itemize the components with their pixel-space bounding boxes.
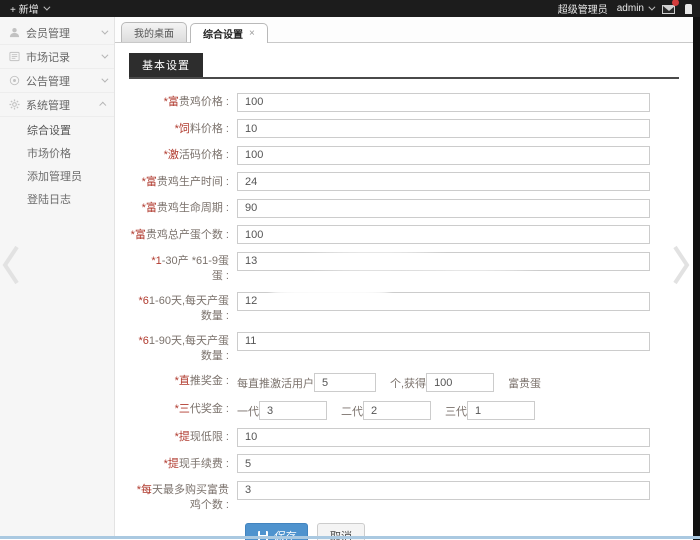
referral-users-input[interactable] (314, 373, 376, 392)
sidebar-item-label: 系统管理 (26, 97, 95, 113)
referral-text-2: 个,获得 (390, 375, 426, 391)
form-row: *激活码价格 : (129, 145, 679, 165)
form-row: *饲料价格 : (129, 119, 679, 139)
form-row: *提现手续费 : (129, 454, 679, 474)
notification-badge (672, 0, 679, 6)
referral-text-1: 每直推激活用户 (237, 375, 314, 391)
content-area: 基本设置 *富贵鸡价格 : *饲料价格 : *激活码价格 : *富贵鸡生产时间 … (115, 43, 693, 540)
field-label: *61-60天,每天产蛋数量 : (129, 291, 237, 324)
tab-general-settings[interactable]: 综合设置 × (190, 23, 268, 43)
profile-icon[interactable] (685, 4, 692, 14)
field-label: *富贵鸡价格 : (129, 92, 237, 112)
megaphone-icon (9, 75, 20, 86)
field-label: *提现手续费 : (129, 454, 237, 474)
settings-form: *富贵鸡价格 : *饲料价格 : *激活码价格 : *富贵鸡生产时间 : *富贵… (129, 92, 679, 540)
field-label: *每天最多购买富贵鸡个数 : (129, 480, 237, 513)
tab-label: 我的桌面 (134, 25, 174, 40)
form-row: *每天最多购买富贵鸡个数 : (129, 480, 679, 513)
close-icon[interactable]: × (249, 28, 255, 39)
system-submenu: 综合设置 市场价格 添加管理员 登陆日志 (0, 117, 114, 215)
sidebar-item-general-settings[interactable]: 综合设置 (0, 120, 114, 143)
user-icon (9, 27, 20, 38)
tab-my-desktop[interactable]: 我的桌面 (121, 22, 187, 42)
chevron-down-icon (43, 4, 50, 11)
field-label: *1-30产 *61-9蛋 蛋 : (129, 251, 237, 284)
new-menu-label: + 新增 (10, 1, 39, 16)
mail-button[interactable] (662, 3, 676, 14)
account-menu[interactable]: admin (617, 3, 653, 14)
window-edge-strip (693, 0, 700, 540)
tab-bar: 我的桌面 综合设置 × (115, 17, 693, 43)
referral-text-3: 富贵蛋 (508, 375, 541, 391)
gen3-input[interactable] (467, 401, 535, 420)
main-panel: 我的桌面 综合设置 × 基本设置 *富贵鸡价格 : *饲料价格 : *激活码价格… (115, 17, 693, 540)
sidebar-item-market-prices[interactable]: 市场价格 (0, 143, 114, 166)
mail-icon (662, 5, 675, 14)
role-label: 超级管理员 (558, 1, 608, 16)
sidebar-item-add-admin[interactable]: 添加管理员 (0, 166, 114, 189)
field-label: *富贵鸡生命周期 : (129, 198, 237, 218)
gen1-label: 一代 (237, 403, 259, 419)
field-label: *提现低限 : (129, 427, 237, 447)
form-row: *1-30产 *61-9蛋 蛋 : (129, 251, 679, 284)
scroll-left-arrow[interactable] (1, 243, 21, 287)
gen1-input[interactable] (259, 401, 327, 420)
chevron-down-icon (101, 28, 108, 35)
chevron-up-icon (99, 102, 106, 109)
activation-code-price-input[interactable] (237, 146, 650, 165)
field-label: *61-90天,每天产蛋数量 : (129, 331, 237, 364)
eggs-1-30-input[interactable] (237, 252, 650, 271)
feed-price-input[interactable] (237, 119, 650, 138)
form-row: *61-60天,每天产蛋数量 : (129, 291, 679, 324)
field-label: *富贵鸡总产蛋个数 : (129, 225, 237, 245)
sidebar-item-announcements[interactable]: 公告管理 (0, 69, 114, 93)
section-header: 基本设置 (129, 53, 679, 79)
section-title: 基本设置 (129, 53, 203, 77)
sidebar-item-system[interactable]: 系统管理 (0, 93, 114, 117)
form-row: *提现低限 : (129, 427, 679, 447)
chevron-down-icon (648, 4, 655, 11)
sidebar-item-label: 会员管理 (26, 25, 95, 41)
withdraw-fee-input[interactable] (237, 454, 650, 473)
tab-label: 综合设置 (203, 26, 243, 41)
referral-reward-input[interactable] (426, 373, 494, 392)
sidebar-item-label: 公告管理 (26, 73, 95, 89)
form-row: *富贵鸡总产蛋个数 : (129, 225, 679, 245)
new-menu-button[interactable]: + 新增 (10, 1, 48, 16)
eggs-61-90-input[interactable] (237, 332, 650, 351)
field-label: *三代奖金 : (129, 399, 237, 420)
sidebar-item-login-log[interactable]: 登陆日志 (0, 189, 114, 212)
chevron-down-icon (101, 52, 108, 59)
field-label: *激活码价格 : (129, 145, 237, 165)
withdraw-min-input[interactable] (237, 428, 650, 447)
bottom-divider (0, 536, 700, 539)
sidebar-item-label: 市场记录 (26, 49, 95, 65)
form-row-three-generations: *三代奖金 : 一代 二代 三代 (129, 399, 679, 420)
sidebar-item-members[interactable]: 会员管理 (0, 21, 114, 45)
field-label: *富贵鸡生产时间 : (129, 172, 237, 192)
list-icon (9, 51, 20, 62)
sidebar-item-market-records[interactable]: 市场记录 (0, 45, 114, 69)
gen2-input[interactable] (363, 401, 431, 420)
total-eggs-input[interactable] (237, 225, 650, 244)
topbar: + 新增 超级管理员 admin (0, 0, 700, 17)
username-label: admin (617, 3, 644, 14)
daily-buy-limit-input[interactable] (237, 481, 650, 500)
gear-icon (9, 99, 20, 110)
chicken-price-input[interactable] (237, 93, 650, 112)
form-row: *富贵鸡生产时间 : (129, 172, 679, 192)
form-row: *富贵鸡生命周期 : (129, 198, 679, 218)
chevron-down-icon (101, 76, 108, 83)
gen3-label: 三代 (445, 403, 467, 419)
form-row: *61-90天,每天产蛋数量 : (129, 331, 679, 364)
form-row: *富贵鸡价格 : (129, 92, 679, 112)
eggs-31-60-input[interactable] (237, 292, 650, 311)
field-label: *饲料价格 : (129, 119, 237, 139)
production-time-input[interactable] (237, 172, 650, 191)
form-row-direct-referral: *直推奖金 : 每直推激活用户 个,获得 富贵蛋 (129, 371, 679, 392)
field-label: *直推奖金 : (129, 371, 237, 392)
gen2-label: 二代 (341, 403, 363, 419)
life-cycle-input[interactable] (237, 199, 650, 218)
scroll-right-arrow[interactable] (671, 243, 691, 287)
